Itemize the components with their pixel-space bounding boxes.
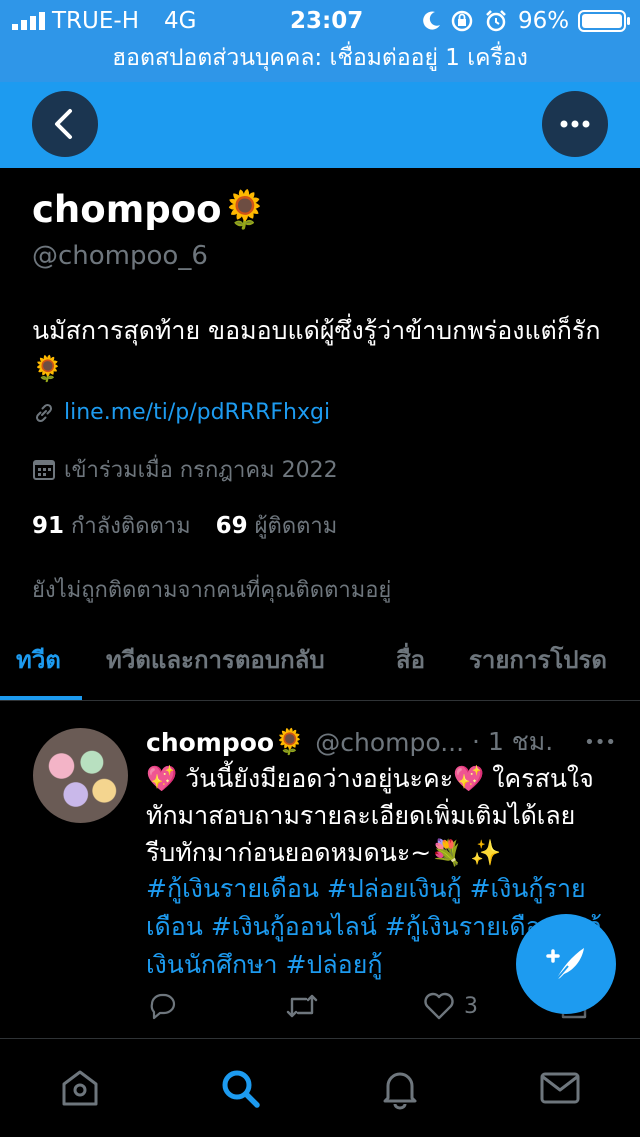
bio-emoji: 🌻 <box>32 354 64 383</box>
tweet-author-handle: @chompo... <box>315 727 465 757</box>
rotation-lock-icon <box>451 10 473 32</box>
status-bar: TRUE-H 4G 23:07 96% <box>0 0 640 40</box>
tab-tweets[interactable]: ทวีต <box>16 640 61 679</box>
profile-name: chompoo🌻 <box>32 188 268 232</box>
hotspot-banner[interactable]: ฮอตสปอตส่วนบุคคล: เชื่อมต่ออยู่ 1 เครื่อ… <box>0 40 640 82</box>
network-label: 4G <box>164 8 197 34</box>
tab-likes[interactable]: รายการโปรด <box>469 640 607 679</box>
profile-link[interactable]: line.me/ti/p/pdRRRFhxgi <box>64 400 330 425</box>
tweet-avatar[interactable] <box>33 728 128 823</box>
nav-search[interactable] <box>218 1066 262 1110</box>
joined-date: เข้าร่วมเมื่อ กรกฎาคม 2022 <box>64 458 338 483</box>
follow-stats: 91 กำลังติดตาม 69 ผู้ติดตาม <box>32 508 337 543</box>
moon-icon <box>423 11 440 30</box>
compose-icon <box>546 948 584 981</box>
followers-label: ผู้ติดตาม <box>254 514 338 539</box>
clock: 23:07 <box>290 8 364 34</box>
calendar-icon <box>33 459 55 480</box>
tweet-text: 💖 วันนี้ยังมียอดว่างอยู่นะคะ💖 ใครสนใจทัก… <box>146 764 594 867</box>
bell-icon <box>383 1072 417 1110</box>
followers-count: 69 <box>215 513 248 539</box>
tabs-divider <box>0 700 640 701</box>
reply-button[interactable] <box>146 988 178 1024</box>
tweet-author-emoji: 🌻 <box>274 727 306 756</box>
not-followed-note: ยังไม่ถูกติดตามจากคนที่คุณติดตามอยู่ <box>32 578 392 603</box>
heart-icon <box>424 992 454 1020</box>
reply-icon <box>150 993 176 1020</box>
battery-icon <box>578 10 630 32</box>
following-count: 91 <box>32 513 65 539</box>
like-button[interactable]: 3 <box>422 988 478 1024</box>
profile-handle: @chompoo_6 <box>32 241 208 271</box>
profile-link-row: line.me/ti/p/pdRRRFhxgi <box>32 400 330 425</box>
followers-stat[interactable]: 69 ผู้ติดตาม <box>215 513 338 539</box>
retweet-button[interactable] <box>284 988 320 1024</box>
tweet-time: · 1 ชม. <box>472 727 554 756</box>
nav-messages[interactable] <box>538 1066 582 1110</box>
more-icon <box>560 120 590 128</box>
alarm-icon <box>486 10 506 32</box>
link-icon <box>35 403 53 422</box>
nav-notifications[interactable] <box>378 1066 422 1110</box>
profile-name-text: chompoo <box>32 188 222 231</box>
back-button[interactable] <box>32 91 98 157</box>
following-stat[interactable]: 91 กำลังติดตาม <box>32 513 191 539</box>
tab-media[interactable]: สื่อ <box>396 640 425 679</box>
tab-tweets-and-replies[interactable]: ทวีตและการตอบกลับ <box>106 640 325 679</box>
search-icon <box>222 1070 260 1108</box>
bio-text: นมัสการสุดท้าย ขอมอบแด่ผู้ซึ่งรู้ว่าข้าบ… <box>32 316 601 345</box>
mail-icon <box>540 1072 580 1104</box>
tweet-more-button[interactable]: ••• <box>584 732 616 753</box>
tweet-header: chompoo 🌻 @chompo... · 1 ชม. ••• <box>146 722 616 762</box>
back-arrow-icon <box>55 109 72 139</box>
profile-bio: นมัสการสุดท้าย ขอมอบแด่ผู้ซึ่งรู้ว่าข้าบ… <box>32 312 612 388</box>
signal-icon <box>12 12 45 30</box>
like-count: 3 <box>464 993 478 1019</box>
tweet-author-name[interactable]: chompoo <box>146 728 274 757</box>
more-button[interactable] <box>542 91 608 157</box>
profile-joined-row: เข้าร่วมเมื่อ กรกฎาคม 2022 <box>32 452 338 487</box>
compose-tweet-button[interactable] <box>516 914 616 1014</box>
following-label: กำลังติดตาม <box>71 514 191 539</box>
retweet-icon <box>286 994 318 1018</box>
home-icon <box>62 1070 98 1106</box>
battery-label: 96% <box>518 8 570 34</box>
nav-home[interactable] <box>58 1066 102 1110</box>
carrier-label: TRUE-H <box>52 8 139 34</box>
sunflower-emoji: 🌻 <box>221 188 268 231</box>
